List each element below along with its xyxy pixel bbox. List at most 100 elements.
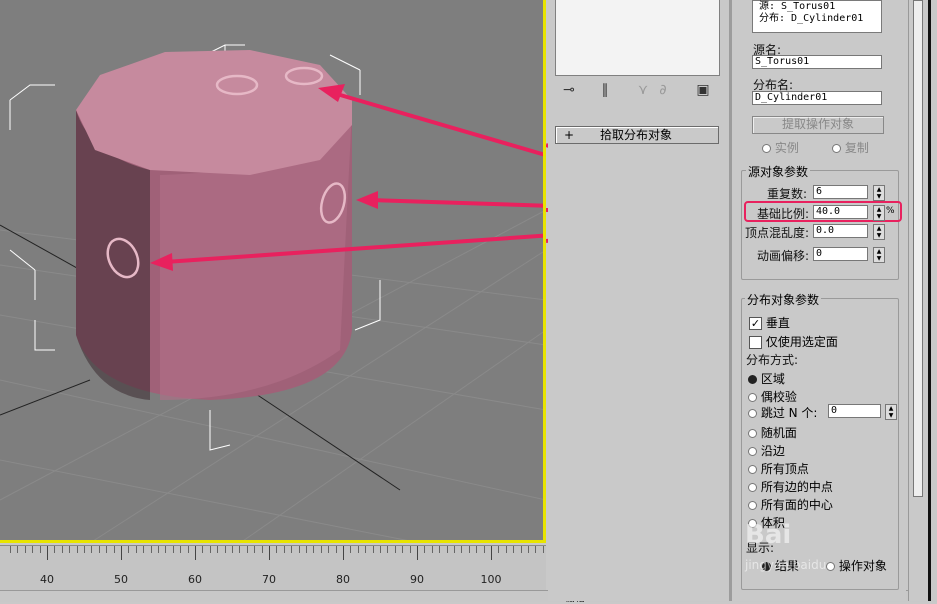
animation-offset-input[interactable]: 0 (813, 247, 868, 261)
ruler-tick (498, 546, 500, 553)
duplicates-label: 重复数: (767, 187, 808, 201)
display-operands-radio[interactable]: 操作对象 (826, 557, 887, 574)
dist-option-face-centers[interactable]: 所有面的中心 (748, 496, 833, 513)
radio-dot (826, 562, 835, 571)
radio-dot (748, 375, 757, 384)
vertex-chaos-label: 顶点混乱度: (745, 226, 810, 240)
ruler-tick (409, 546, 411, 553)
pipe-icon[interactable]: ∥ (595, 80, 615, 100)
ruler-label: 90 (410, 573, 424, 586)
extract-operand-button[interactable]: 提取操作对象 (752, 116, 884, 134)
radio-dot (748, 409, 757, 418)
ruler-tick (165, 546, 167, 553)
ruler-label: 80 (336, 573, 350, 586)
source-name-field[interactable]: S_Torus01 (752, 55, 882, 69)
ruler-tick (283, 546, 285, 553)
ruler-tick (24, 546, 26, 553)
watermark-url: jingyan.baidu (745, 558, 827, 572)
ruler-tick (306, 546, 307, 553)
track-ruler[interactable]: 40 50 60 70 80 90 100 (0, 545, 546, 591)
ruler-tick (172, 546, 174, 553)
dist-option-random-faces[interactable]: 随机面 (748, 424, 797, 441)
operand-info-list: 源: S_Torus01 分布: D_Cylinder01 (752, 0, 882, 33)
copy-radio[interactable]: 复制 (832, 139, 869, 156)
option-label: 随机面 (760, 426, 797, 440)
base-scale-input[interactable]: 40.0 (813, 205, 868, 219)
dist-option-edge-midpoints[interactable]: 所有边的中点 (748, 478, 833, 495)
ruler-tick (187, 546, 189, 553)
ruler-tick (261, 546, 263, 553)
ruler-tick (357, 546, 359, 553)
dist-option-even[interactable]: 偶校验 (748, 388, 797, 405)
ruler-tick (143, 546, 145, 553)
ruler-tick (513, 546, 515, 553)
ruler-tick (47, 546, 48, 560)
ruler-tick (535, 546, 537, 553)
vertex-chaos-input[interactable]: 0.0 (813, 224, 868, 238)
ruler-tick (424, 546, 426, 553)
ruler-tick (320, 546, 322, 553)
pick-distribution-rollout[interactable]: + 拾取分布对象 (555, 126, 719, 144)
base-scale-unit: % (886, 206, 895, 216)
radio-dot (748, 393, 757, 402)
ruler-tick (76, 546, 78, 553)
dist-option-area[interactable]: 区域 (748, 370, 785, 387)
stack-toolbar: ⊸ ∥ ⋎ ∂ ▣ (553, 78, 721, 102)
ruler-tick (269, 546, 270, 560)
fork-icon[interactable]: ⋎ (633, 80, 653, 100)
dist-option-skip-n[interactable]: 跳过 N 个: (748, 404, 817, 421)
dist-option-all-vertices[interactable]: 所有顶点 (748, 460, 809, 477)
ruler-tick (431, 546, 433, 553)
ruler-tick (476, 546, 478, 553)
operands-label: 操作对象 (838, 559, 887, 573)
ruler-tick (402, 546, 404, 553)
ruler-tick (54, 546, 56, 553)
panel-scrollbar[interactable] (913, 0, 923, 497)
ruler-tick (69, 546, 71, 553)
base-scale-label: 基础比例: (757, 207, 810, 221)
vertex-chaos-spinner[interactable]: ▲ ▼ (873, 224, 885, 240)
perpendicular-checkbox[interactable]: ✓ 垂直 (749, 314, 790, 331)
funnel-icon[interactable]: ∂ (653, 80, 673, 100)
dist-option-along-edges[interactable]: 沿边 (748, 442, 785, 459)
animation-offset-spinner[interactable]: ▲ ▼ (873, 247, 885, 263)
option-label: 沿边 (760, 444, 785, 458)
perspective-viewport[interactable] (0, 0, 546, 543)
option-label: 所有顶点 (760, 462, 809, 476)
config-icon[interactable]: ▣ (693, 80, 713, 100)
ruler-tick (209, 546, 211, 553)
ruler-label: 40 (40, 573, 54, 586)
rollout-title: 拾取分布对象 (600, 128, 673, 142)
rollout-expand-icon: + (564, 128, 575, 142)
ruler-tick (528, 546, 529, 553)
option-label: 所有面的中心 (760, 498, 833, 512)
skip-n-spinner[interactable]: ▲ ▼ (885, 404, 897, 420)
ruler-tick (505, 546, 507, 553)
ruler-tick (313, 546, 315, 553)
modifier-stack-list[interactable] (555, 0, 720, 76)
use-selected-faces-checkbox[interactable]: 仅使用选定面 (749, 333, 838, 350)
duplicates-spinner[interactable]: ▲ ▼ (873, 185, 885, 201)
ruler-tick (491, 546, 492, 560)
ruler-tick (365, 546, 367, 553)
ruler-label: 100 (480, 573, 502, 586)
distribution-name-field[interactable]: D_Cylinder01 (752, 91, 882, 105)
source-info-line: 源: S_Torus01 (759, 1, 836, 12)
ruler-tick (113, 546, 115, 553)
ruler-tick (276, 546, 278, 553)
ruler-tick (217, 546, 219, 553)
panel-divider (729, 0, 732, 601)
panel-edge (928, 0, 931, 601)
pin-icon[interactable]: ⊸ (559, 80, 579, 100)
duplicates-input[interactable]: 6 (813, 185, 868, 199)
instance-radio[interactable]: 实例 (762, 139, 799, 156)
base-scale-spinner[interactable]: ▲ ▼ (873, 205, 885, 221)
option-label: 偶校验 (760, 390, 797, 404)
skip-n-input[interactable]: 0 (828, 404, 881, 418)
ruler-tick (180, 546, 182, 553)
ruler-tick (32, 546, 34, 553)
ruler-tick (446, 546, 448, 553)
option-label: 所有边的中点 (760, 480, 833, 494)
ruler-tick (468, 546, 470, 553)
use-selected-faces-label: 仅使用选定面 (765, 335, 838, 349)
